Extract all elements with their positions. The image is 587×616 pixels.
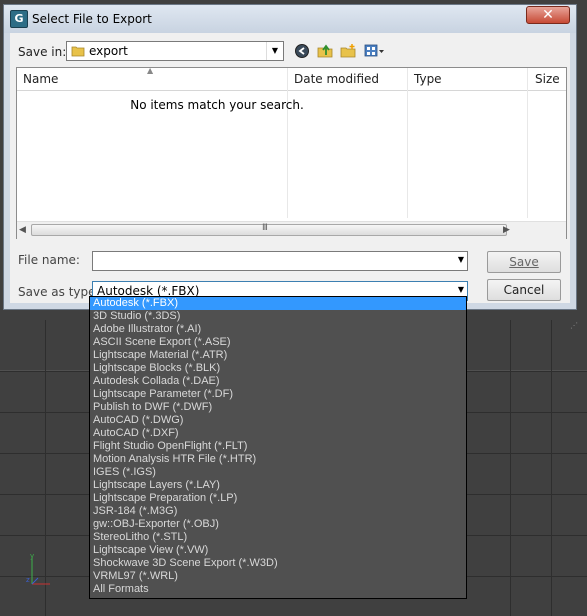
- column-date-modified[interactable]: Date modified: [294, 72, 379, 86]
- type-option[interactable]: VRML97 (*.WRL): [90, 570, 466, 583]
- close-button[interactable]: ✕: [526, 6, 570, 24]
- dialog-client-area: Save in: export ▼ ▲ Name Date modified T…: [10, 33, 578, 330]
- type-option[interactable]: All Formats: [90, 583, 466, 596]
- scroll-left-icon[interactable]: ◀: [19, 225, 26, 235]
- column-separator: [527, 68, 528, 218]
- export-dialog: G Select File to Export ✕ Save in: expor…: [3, 4, 578, 330]
- svg-text:z: z: [26, 576, 30, 584]
- svg-text:y: y: [30, 552, 34, 560]
- folder-icon: [71, 46, 85, 57]
- save-as-type-dropdown-list[interactable]: Autodesk (*.FBX) 3D Studio (*.3DS) Adobe I…: [89, 296, 467, 599]
- resize-grip-icon[interactable]: ⋰: [570, 321, 578, 330]
- file-name-label: File name:: [18, 253, 80, 267]
- save-in-value: export: [89, 44, 128, 58]
- chevron-down-icon[interactable]: ▼: [266, 42, 283, 60]
- column-size[interactable]: Size: [535, 72, 560, 86]
- chevron-down-icon[interactable]: ▼: [458, 285, 464, 294]
- column-separator: [287, 68, 288, 218]
- horizontal-scrollbar[interactable]: ◀ III ▶: [17, 221, 566, 239]
- type-option[interactable]: Lightscape Layers (*.LAY): [90, 479, 466, 492]
- type-option[interactable]: Shockwave 3D Scene Export (*.W3D): [90, 557, 466, 570]
- type-option[interactable]: Autodesk (*.FBX): [90, 297, 466, 310]
- file-name-input[interactable]: ▼: [92, 251, 468, 271]
- type-option[interactable]: AutoCAD (*.DWG): [90, 414, 466, 427]
- column-type[interactable]: Type: [414, 72, 442, 86]
- type-option[interactable]: Adobe Illustrator (*.AI): [90, 323, 466, 336]
- axis-gizmo-icon: y z: [26, 552, 50, 585]
- type-option[interactable]: IGES (*.IGS): [90, 466, 466, 479]
- column-name[interactable]: Name: [23, 72, 58, 86]
- type-option[interactable]: StereoLitho (*.STL): [90, 531, 466, 544]
- scroll-right-icon[interactable]: ▶: [503, 225, 510, 235]
- sort-indicator-icon: ▲: [147, 66, 154, 75]
- new-folder-icon[interactable]: [340, 43, 356, 59]
- type-option[interactable]: Lightscape View (*.VW): [90, 544, 466, 557]
- type-option[interactable]: 3D Studio (*.3DS): [90, 310, 466, 323]
- type-option[interactable]: gw::OBJ-Exporter (*.OBJ): [90, 518, 466, 531]
- column-separator: [407, 68, 408, 218]
- type-option[interactable]: Motion Analysis HTR File (*.HTR): [90, 453, 466, 466]
- empty-list-message: No items match your search.: [130, 98, 304, 112]
- type-option[interactable]: Autodesk Collada (*.DAE): [90, 375, 466, 388]
- type-option[interactable]: Publish to DWF (*.DWF): [90, 401, 466, 414]
- type-option[interactable]: Lightscape Preparation (*.LP): [90, 492, 466, 505]
- dialog-title: Select File to Export: [32, 12, 152, 26]
- type-option[interactable]: Lightscape Parameter (*.DF): [90, 388, 466, 401]
- cancel-button[interactable]: Cancel: [487, 279, 561, 301]
- chevron-down-icon[interactable]: ▼: [458, 255, 464, 264]
- back-icon[interactable]: [294, 43, 310, 59]
- type-option[interactable]: ASCII Scene Export (*.ASE): [90, 336, 466, 349]
- save-button[interactable]: Save: [487, 251, 561, 273]
- save-in-label: Save in:: [18, 45, 67, 59]
- scrollbar-grip: III: [262, 223, 268, 233]
- type-option[interactable]: Lightscape Blocks (*.BLK): [90, 362, 466, 375]
- type-option[interactable]: Flight Studio OpenFlight (*.FLT): [90, 440, 466, 453]
- save-as-type-label: Save as type:: [18, 285, 100, 299]
- scrollbar-thumb[interactable]: III: [31, 223, 507, 236]
- type-option[interactable]: Lightscape Material (*.ATR): [90, 349, 466, 362]
- file-list[interactable]: ▲ Name Date modified Type Size No items …: [16, 66, 567, 239]
- list-header: ▲ Name Date modified Type Size: [17, 66, 566, 91]
- view-menu-icon[interactable]: [364, 43, 386, 59]
- up-folder-icon[interactable]: [317, 43, 333, 59]
- app-icon: G: [10, 10, 28, 28]
- save-in-combobox[interactable]: export ▼: [66, 41, 284, 61]
- title-bar[interactable]: G Select File to Export ✕: [4, 5, 576, 33]
- type-option[interactable]: AutoCAD (*.DXF): [90, 427, 466, 440]
- type-option[interactable]: JSR-184 (*.M3G): [90, 505, 466, 518]
